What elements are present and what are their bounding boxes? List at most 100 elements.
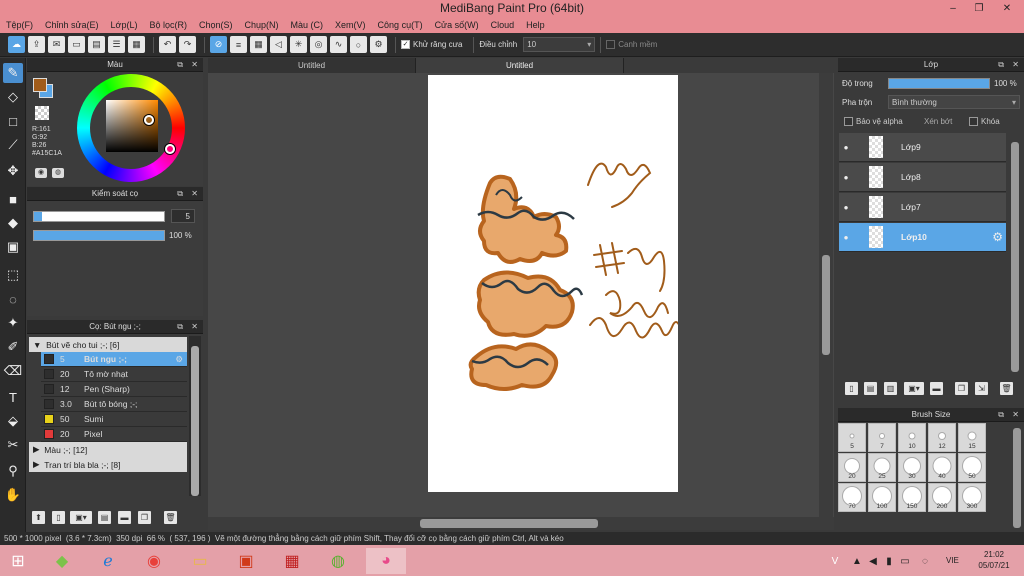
file-explorer-icon[interactable]: ▭ — [186, 548, 214, 574]
popout-icon[interactable]: ⧉ — [177, 320, 183, 334]
bucket-tool-icon[interactable]: ◆ — [3, 213, 23, 233]
medibang-launcher-icon[interactable]: ◍ — [324, 548, 352, 574]
select-rect-tool-icon[interactable]: ⬚ — [3, 265, 23, 285]
brush-group-header[interactable]: ▼ Bút vẽ cho tui ;-; [6] — [29, 337, 187, 352]
settings-icon[interactable]: ⚙ — [370, 36, 387, 53]
brush-size-option[interactable]: 40 — [928, 453, 956, 482]
layer-row[interactable]: ● Lớp7 — [839, 193, 1006, 222]
menu-tools[interactable]: Công cụ(T) — [378, 20, 423, 30]
duplicate-layer-icon[interactable]: ❐ — [955, 382, 968, 395]
delete-layer-icon[interactable]: 🗑 — [1000, 382, 1013, 395]
canvas-vertical-scrollbar[interactable] — [819, 73, 833, 518]
brush-size-option[interactable]: 25 — [868, 453, 896, 482]
canvas-horizontal-scrollbar[interactable] — [208, 517, 834, 530]
snap-checkbox[interactable] — [606, 40, 616, 49]
eyedropper-tool-icon[interactable]: ⚲ — [3, 461, 23, 481]
brush-size-option[interactable]: 20 — [838, 453, 866, 482]
clock[interactable]: 21:02 05/07/21 — [974, 549, 1014, 571]
brush-size-option[interactable]: 10 — [898, 423, 926, 452]
share-icon[interactable]: ⇪ — [28, 36, 45, 53]
trash-icon[interactable]: 🗑 — [164, 511, 177, 524]
folder-icon[interactable]: ▬ — [118, 511, 131, 524]
drawing-canvas[interactable] — [428, 75, 681, 492]
close-icon[interactable]: ✕ — [191, 320, 198, 334]
brush-size-option[interactable]: 100 — [868, 483, 896, 512]
brush-size-slider[interactable] — [33, 211, 165, 222]
layer-visibility-icon[interactable]: ● — [839, 233, 853, 242]
brush-size-option[interactable]: 7 — [868, 423, 896, 452]
close-icon[interactable]: ✕ — [1012, 58, 1019, 72]
menu-window[interactable]: Cửa số(W) — [435, 20, 479, 30]
brush-size-option[interactable]: 30 — [898, 453, 926, 482]
grid-icon[interactable]: ▦ — [128, 36, 145, 53]
new-layer-doc-icon[interactable]: ▥ — [884, 382, 897, 395]
brush-item[interactable]: 12 Pen (Sharp) — [41, 382, 187, 397]
ellipse-snap-icon[interactable]: ○ — [350, 36, 367, 53]
menu-view[interactable]: Xem(V) — [335, 20, 366, 30]
text-tool-icon[interactable]: T — [3, 387, 23, 407]
language-indicator[interactable]: VIE — [946, 556, 959, 565]
add-brush-icon[interactable]: ⬆ — [32, 511, 45, 524]
layer-row[interactable]: ● Lớp9 — [839, 133, 1006, 162]
volume-icon[interactable]: ◀ — [866, 548, 880, 574]
hue-picker-handle[interactable] — [165, 144, 175, 154]
brush-size-option[interactable]: 300 — [958, 483, 986, 512]
layer-visibility-icon[interactable]: ● — [839, 203, 853, 212]
correction-select[interactable]: 10 — [523, 37, 596, 52]
brush-size-option[interactable]: 12 — [928, 423, 956, 452]
layer-visibility-icon[interactable]: ● — [839, 173, 853, 182]
popout-icon[interactable]: ⧉ — [998, 58, 1004, 72]
menu-edit[interactable]: Chỉnh sửa(E) — [45, 20, 99, 30]
menu-layer[interactable]: Lớp(L) — [111, 20, 138, 30]
operation-tool-icon[interactable]: ⬙ — [3, 411, 23, 431]
menu-snap[interactable]: Chụp(N) — [245, 20, 279, 30]
brush-size-option[interactable]: 50 — [958, 453, 986, 482]
chrome-icon[interactable]: ◉ — [140, 548, 168, 574]
tab-untitled-2[interactable]: Untitled — [416, 58, 624, 73]
internet-explorer-icon[interactable]: ℯ — [94, 548, 122, 574]
new-layer-icon[interactable]: ▯ — [845, 382, 858, 395]
layer-visibility-icon[interactable]: ● — [839, 143, 853, 152]
layer-scrollbar[interactable] — [1008, 138, 1022, 378]
brush-item[interactable]: 20 Pixel — [41, 427, 187, 442]
blend-mode-select[interactable]: Bình thường — [888, 95, 1020, 109]
transparent-swatch[interactable] — [35, 106, 49, 120]
brush-size-option[interactable]: 15 — [958, 423, 986, 452]
menu-select[interactable]: Chọn(S) — [199, 20, 233, 30]
line-tool-icon[interactable]: ⟋ — [3, 135, 23, 155]
brush-size-option[interactable]: 70 — [838, 483, 866, 512]
new-layer-alt-icon[interactable]: ▤ — [864, 382, 877, 395]
lock-option[interactable]: Khóa — [969, 117, 1000, 126]
medibang-paint-task-icon[interactable]: ◕ — [366, 548, 406, 574]
protect-alpha-option[interactable]: Bảo vệ alpha — [844, 117, 903, 126]
close-icon[interactable]: ✕ — [191, 187, 198, 201]
palette-icon[interactable]: ◉ — [35, 168, 47, 178]
rectangle-tool-icon[interactable]: □ — [3, 111, 23, 131]
tab-untitled-1[interactable]: Untitled — [208, 58, 416, 73]
brush-group-header[interactable]: ▶ Tran trí bla bla ;-; [8] — [29, 457, 187, 472]
snap-off-icon[interactable]: ⊘ — [210, 36, 227, 53]
undo-icon[interactable]: ↶ — [159, 36, 176, 53]
menu-file[interactable]: Tệp(F) — [6, 20, 33, 30]
redo-icon[interactable]: ↷ — [179, 36, 196, 53]
close-icon[interactable]: ✕ — [1012, 408, 1019, 422]
layer-scroll-thumb[interactable] — [1011, 142, 1019, 372]
popout-icon[interactable]: ⧉ — [177, 187, 183, 201]
tray-extra-icon[interactable]: ◌ — [918, 548, 932, 574]
gradient-tool-icon[interactable]: ▣ — [3, 237, 23, 257]
perspective-snap-icon[interactable]: ◁ — [270, 36, 287, 53]
popout-icon[interactable]: ⧉ — [177, 58, 183, 72]
menu-help[interactable]: Help — [526, 20, 545, 30]
canvas-horizontal-thumb[interactable] — [420, 519, 598, 528]
brush-size-scroll-thumb[interactable] — [1013, 428, 1021, 528]
layer-row[interactable]: ● Lớp8 — [839, 163, 1006, 192]
comment-icon[interactable]: ✉ — [48, 36, 65, 53]
minimize-button[interactable]: – — [940, 0, 966, 17]
menu-filter[interactable]: Bộ lọc(R) — [149, 20, 187, 30]
close-icon[interactable]: ✕ — [191, 58, 198, 72]
curve-snap-icon[interactable]: ∿ — [330, 36, 347, 53]
menu-cloud[interactable]: Cloud — [491, 20, 515, 30]
chat-icon[interactable]: ▭ — [68, 36, 85, 53]
brush-size-option[interactable]: 200 — [928, 483, 956, 512]
canvas-vertical-thumb[interactable] — [822, 255, 830, 355]
